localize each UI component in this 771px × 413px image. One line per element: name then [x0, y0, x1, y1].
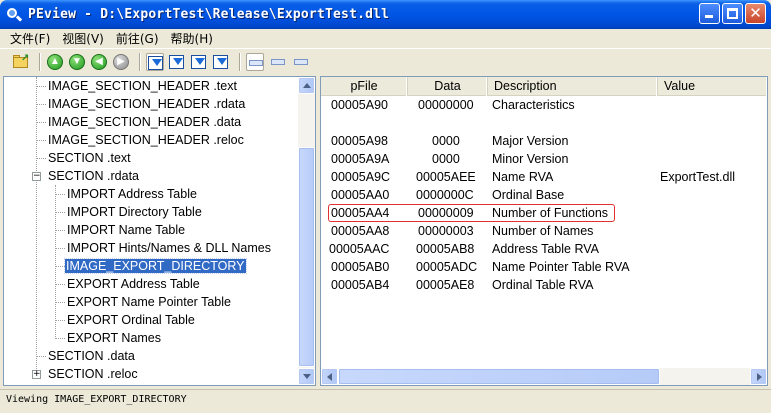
scroll-right-button[interactable] — [750, 368, 767, 385]
arrow-left-icon — [327, 373, 332, 381]
toolbar: ↗ ▲ ▼ ◀ ▶ — [0, 48, 771, 74]
details-panel[interactable]: pFile Data Description Value 00005A90 00… — [320, 76, 768, 386]
download-tray-icon — [213, 54, 228, 69]
tree-panel[interactable]: IMAGE_SECTION_HEADER .text IMAGE_SECTION… — [3, 76, 316, 386]
table-row[interactable]: 00005A98 0000 Major Version — [321, 132, 767, 150]
view-down-button[interactable] — [168, 53, 186, 71]
envelope-down-icon — [169, 54, 184, 69]
menu-bar: 文件(F) 视图(V) 前往(G) 帮助(H) — [0, 29, 771, 48]
export-button[interactable] — [212, 53, 230, 71]
table-row[interactable]: 00005A90 00000000 Characteristics — [321, 96, 767, 114]
tree-item[interactable]: IMPORT Directory Table — [67, 203, 202, 221]
view-mode-2-button[interactable] — [269, 53, 287, 71]
magnifier-icon — [6, 7, 23, 23]
list-view-icon — [249, 59, 263, 66]
tree-item[interactable]: EXPORT Names — [67, 329, 161, 347]
title-bar[interactable]: PEview - D:\ExportTest\Release\ExportTes… — [0, 0, 771, 29]
arrow-down-icon — [303, 374, 311, 379]
tree-item[interactable]: SECTION .text — [48, 149, 131, 167]
column-value[interactable]: Value — [658, 77, 767, 96]
tree-item[interactable]: EXPORT Address Table — [67, 275, 200, 293]
go-up-button[interactable]: ▲ — [46, 53, 64, 71]
arrow-up-icon: ▲ — [47, 53, 63, 70]
details-view-icon — [271, 58, 285, 65]
arrow-down-icon: ▼ — [69, 53, 85, 70]
tree-item[interactable]: IMPORT Address Table — [67, 185, 197, 203]
tree-item[interactable]: EXPORT Name Pointer Table — [67, 293, 231, 311]
horizontal-scroll-thumb[interactable] — [338, 368, 660, 385]
table-row[interactable]: 00005AB0 00005ADC Name Pointer Table RVA — [321, 258, 767, 276]
go-down-button[interactable]: ▼ — [68, 53, 86, 71]
minimize-button[interactable] — [699, 3, 720, 24]
menu-go[interactable]: 前往(G) — [110, 30, 165, 47]
tree-item[interactable]: IMPORT Hints/Names & DLL Names — [67, 239, 271, 257]
section-tree: IMAGE_SECTION_HEADER .text IMAGE_SECTION… — [4, 77, 299, 385]
table-row[interactable] — [321, 114, 767, 132]
tree-item[interactable]: SECTION .reloc — [48, 365, 138, 383]
download-arrow-icon — [191, 54, 206, 69]
arrow-right-icon — [757, 373, 762, 381]
column-description[interactable]: Description — [488, 77, 658, 96]
open-file-button[interactable]: ↗ — [12, 53, 30, 71]
tree-item[interactable]: IMAGE_SECTION_HEADER .data — [48, 113, 241, 131]
status-bar: Viewing IMAGE_EXPORT_DIRECTORY — [0, 389, 771, 413]
tree-item[interactable]: EXPORT Ordinal Table — [67, 311, 195, 329]
table-row[interactable]: 00005AA8 00000003 Number of Names — [321, 222, 767, 240]
tree-item[interactable]: SECTION .rdata — [48, 167, 139, 185]
arrow-up-icon — [303, 83, 311, 88]
go-back-button[interactable]: ◀ — [90, 53, 108, 71]
go-forward-button[interactable]: ▶ — [112, 53, 130, 71]
status-text: Viewing IMAGE_EXPORT_DIRECTORY — [6, 394, 187, 405]
menu-help[interactable]: 帮助(H) — [165, 30, 219, 47]
list-header: pFile Data Description Value — [321, 77, 767, 96]
close-button[interactable]: ✕ — [745, 3, 766, 24]
arrow-left-icon: ◀ — [91, 53, 107, 70]
arrow-right-icon: ▶ — [113, 53, 129, 70]
close-icon: ✕ — [749, 4, 762, 22]
download-box-icon — [148, 55, 163, 70]
toolbar-separator — [39, 52, 41, 71]
table-row[interactable]: 00005AB4 00005AE8 Ordinal Table RVA — [321, 276, 767, 294]
tree-item-selected[interactable]: IMAGE_EXPORT_DIRECTORY — [64, 257, 247, 275]
view-mode-3-button[interactable] — [292, 53, 310, 71]
expand-toggle[interactable]: + — [32, 370, 41, 379]
table-row[interactable]: 00005AAC 00005AB8 Address Table RVA — [321, 240, 767, 258]
compact-view-icon — [294, 58, 308, 65]
collapse-toggle[interactable]: − — [32, 172, 41, 181]
menu-view[interactable]: 视图(V) — [56, 30, 110, 47]
tree-vertical-scrollbar[interactable] — [298, 77, 315, 385]
minimize-icon — [705, 15, 713, 18]
tree-item[interactable]: SECTION .data — [48, 347, 135, 365]
scroll-left-button[interactable] — [321, 368, 338, 385]
maximize-button[interactable] — [722, 3, 743, 24]
save-button[interactable] — [190, 53, 208, 71]
table-row[interactable]: 00005AA0 0000000C Ordinal Base — [321, 186, 767, 204]
tree-item[interactable]: IMAGE_SECTION_HEADER .text — [48, 77, 237, 95]
column-pfile[interactable]: pFile — [321, 77, 408, 96]
window-title: PEview - D:\ExportTest\Release\ExportTes… — [28, 7, 390, 22]
menu-file[interactable]: 文件(F) — [4, 30, 56, 47]
view-mode-1-button[interactable] — [246, 52, 264, 71]
view-hex-button[interactable] — [146, 52, 164, 71]
tree-item[interactable]: IMAGE_SECTION_HEADER .rdata — [48, 95, 245, 113]
tree-item[interactable]: IMPORT Name Table — [67, 221, 185, 239]
column-data[interactable]: Data — [408, 77, 488, 96]
maximize-icon — [727, 8, 738, 19]
toolbar-separator — [139, 52, 141, 71]
list-horizontal-scrollbar[interactable] — [321, 368, 767, 385]
annotation-highlight-box — [328, 204, 615, 222]
scroll-thumb[interactable] — [298, 147, 315, 367]
tree-item[interactable]: IMAGE_SECTION_HEADER .reloc — [48, 131, 244, 149]
scroll-down-button[interactable] — [298, 368, 315, 385]
table-row[interactable]: 00005A9A 0000 Minor Version — [321, 150, 767, 168]
toolbar-separator — [239, 52, 241, 71]
table-row[interactable]: 00005A9C 00005AEE Name RVA ExportTest.dl… — [321, 168, 767, 186]
scroll-up-button[interactable] — [298, 77, 315, 94]
